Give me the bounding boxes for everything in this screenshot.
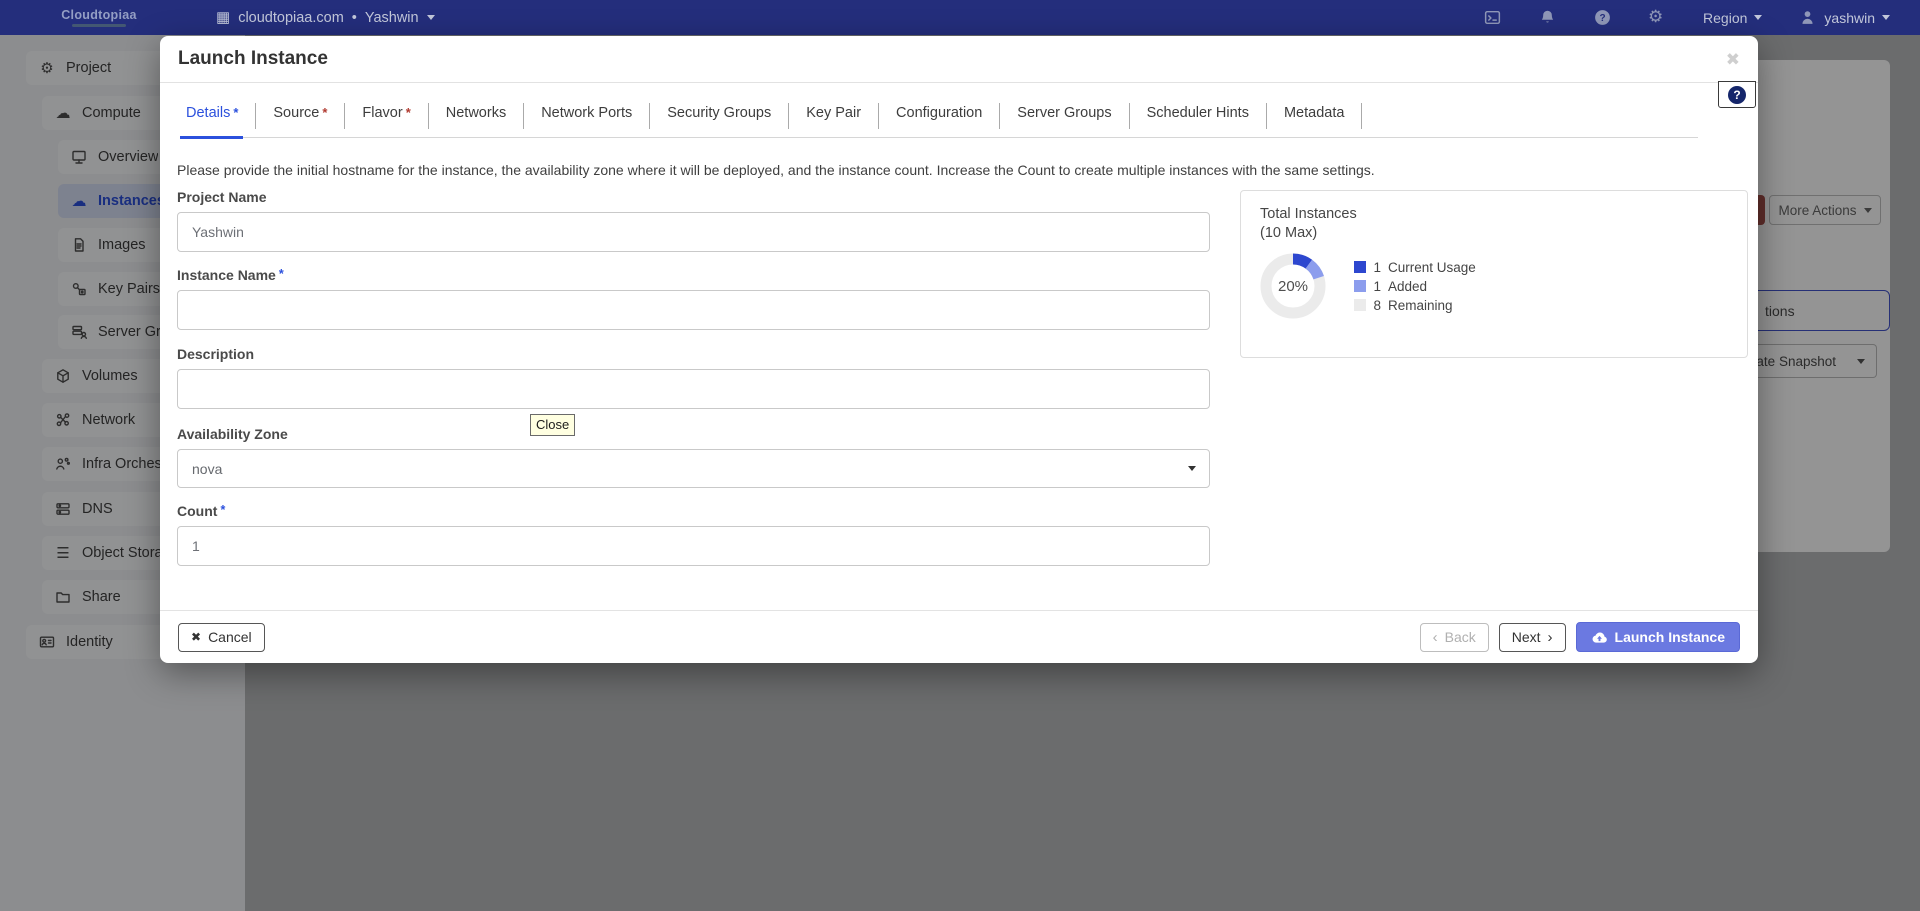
- user-label: yashwin: [1824, 10, 1875, 26]
- tab-networks[interactable]: Networks: [429, 103, 524, 129]
- instance-name-input[interactable]: [177, 290, 1210, 330]
- chevron-down-icon: [1754, 15, 1762, 20]
- user-icon: [1798, 8, 1817, 27]
- instance-name-label: Instance Name*: [177, 267, 1210, 283]
- description-field: Description: [177, 346, 1210, 409]
- count-field: Count*: [177, 503, 1210, 566]
- instances-donut-chart: 20%: [1260, 253, 1326, 319]
- required-asterisk: *: [406, 105, 411, 120]
- cloud-upload-icon: [1591, 630, 1608, 645]
- region-dropdown[interactable]: Region: [1703, 10, 1762, 26]
- count-label: Count*: [177, 503, 1210, 519]
- required-asterisk: *: [233, 105, 238, 120]
- context-separator: •: [352, 10, 357, 26]
- project-switcher[interactable]: ▦ cloudtopiaa.com • Yashwin: [216, 10, 435, 26]
- chevron-left-icon: ‹: [1433, 629, 1438, 646]
- legend-swatch: [1354, 280, 1366, 292]
- description-input[interactable]: [177, 369, 1210, 409]
- question-mark-icon: ?: [1728, 86, 1746, 104]
- modal-header: Launch Instance ✖: [160, 36, 1758, 83]
- instance-name-field: Instance Name*: [177, 267, 1210, 330]
- wizard-tabs: Details * Source * Flavor * Networks Net…: [180, 94, 1698, 138]
- description-label: Description: [177, 346, 1210, 362]
- back-button[interactable]: ‹ Back: [1420, 623, 1489, 652]
- chevron-down-icon: [427, 15, 435, 20]
- chevron-down-icon: [1188, 466, 1196, 471]
- tab-metadata[interactable]: Metadata: [1267, 103, 1362, 129]
- tab-key-pair[interactable]: Key Pair: [789, 103, 879, 129]
- panel-subtitle: (10 Max): [1260, 225, 1728, 241]
- launch-instance-modal: Launch Instance ✖ ? Details * Source * F…: [160, 36, 1758, 663]
- launch-instance-button[interactable]: Launch Instance: [1576, 622, 1740, 652]
- required-asterisk: *: [322, 105, 327, 120]
- brand-tagline: [72, 24, 126, 27]
- tab-source[interactable]: Source *: [256, 103, 345, 129]
- tab-security-groups[interactable]: Security Groups: [650, 103, 789, 129]
- donut-percent-label: 20%: [1260, 253, 1326, 319]
- wizard-intro-text: Please provide the initial hostname for …: [177, 162, 1558, 178]
- terminal-icon[interactable]: [1483, 8, 1502, 27]
- modal-title: Launch Instance: [178, 48, 328, 70]
- grid-icon: ▦: [216, 10, 230, 25]
- x-icon: ✖: [191, 630, 201, 644]
- availability-zone-field: Availability Zone nova: [177, 426, 1210, 488]
- close-icon[interactable]: ✖: [1726, 51, 1740, 68]
- legend-swatch: [1354, 261, 1366, 273]
- legend-item-remaining: 8 Remaining: [1354, 298, 1476, 313]
- count-input[interactable]: [177, 526, 1210, 566]
- app-canvas: Cloudtopiaa ▦ cloudtopiaa.com • Yashwin …: [0, 0, 1920, 911]
- chevron-right-icon: ›: [1548, 629, 1553, 646]
- chevron-down-icon: [1882, 15, 1890, 20]
- cancel-button[interactable]: ✖ Cancel: [178, 623, 265, 652]
- project-name-input[interactable]: [177, 212, 1210, 252]
- svg-text:?: ?: [1599, 13, 1605, 24]
- close-tooltip: Close: [530, 414, 575, 436]
- tab-network-ports[interactable]: Network Ports: [524, 103, 650, 129]
- project-name-field: Project Name: [177, 189, 1210, 252]
- required-asterisk: *: [279, 267, 284, 281]
- total-instances-panel: Total Instances (10 Max) 20%: [1240, 190, 1748, 358]
- region-label: Region: [1703, 10, 1747, 26]
- availability-zone-label: Availability Zone: [177, 426, 1210, 442]
- domain-label: cloudtopiaa.com: [238, 10, 344, 26]
- panel-title: Total Instances: [1260, 206, 1728, 222]
- tab-flavor[interactable]: Flavor *: [345, 103, 428, 129]
- required-asterisk: *: [220, 503, 225, 517]
- legend-item-added: 1 Added: [1354, 279, 1476, 294]
- brand-name: Cloudtopiaa: [34, 8, 164, 22]
- tab-details[interactable]: Details *: [180, 103, 256, 129]
- donut-legend: 1 Current Usage 1 Added 8 Remaining: [1354, 260, 1476, 313]
- tab-configuration[interactable]: Configuration: [879, 103, 1000, 129]
- top-navbar: Cloudtopiaa ▦ cloudtopiaa.com • Yashwin …: [0, 0, 1920, 35]
- tab-scheduler-hints[interactable]: Scheduler Hints: [1130, 103, 1267, 129]
- project-name-label: Project Name: [177, 189, 1210, 205]
- next-button[interactable]: Next ›: [1499, 623, 1566, 652]
- user-menu[interactable]: yashwin: [1798, 8, 1890, 27]
- project-label: Yashwin: [365, 10, 419, 26]
- notifications-bell-icon[interactable]: [1538, 8, 1557, 27]
- legend-swatch: [1354, 299, 1366, 311]
- modal-footer: ✖ Cancel ‹ Back Next › Launch Insta: [160, 610, 1758, 663]
- settings-gear-icon[interactable]: ⚙: [1648, 8, 1667, 27]
- availability-zone-select[interactable]: nova: [177, 449, 1210, 488]
- brand-logo[interactable]: Cloudtopiaa: [34, 8, 164, 27]
- help-icon[interactable]: ?: [1593, 8, 1612, 27]
- tab-server-groups[interactable]: Server Groups: [1000, 103, 1129, 129]
- wizard-help-button[interactable]: ?: [1718, 81, 1756, 108]
- legend-item-current-usage: 1 Current Usage: [1354, 260, 1476, 275]
